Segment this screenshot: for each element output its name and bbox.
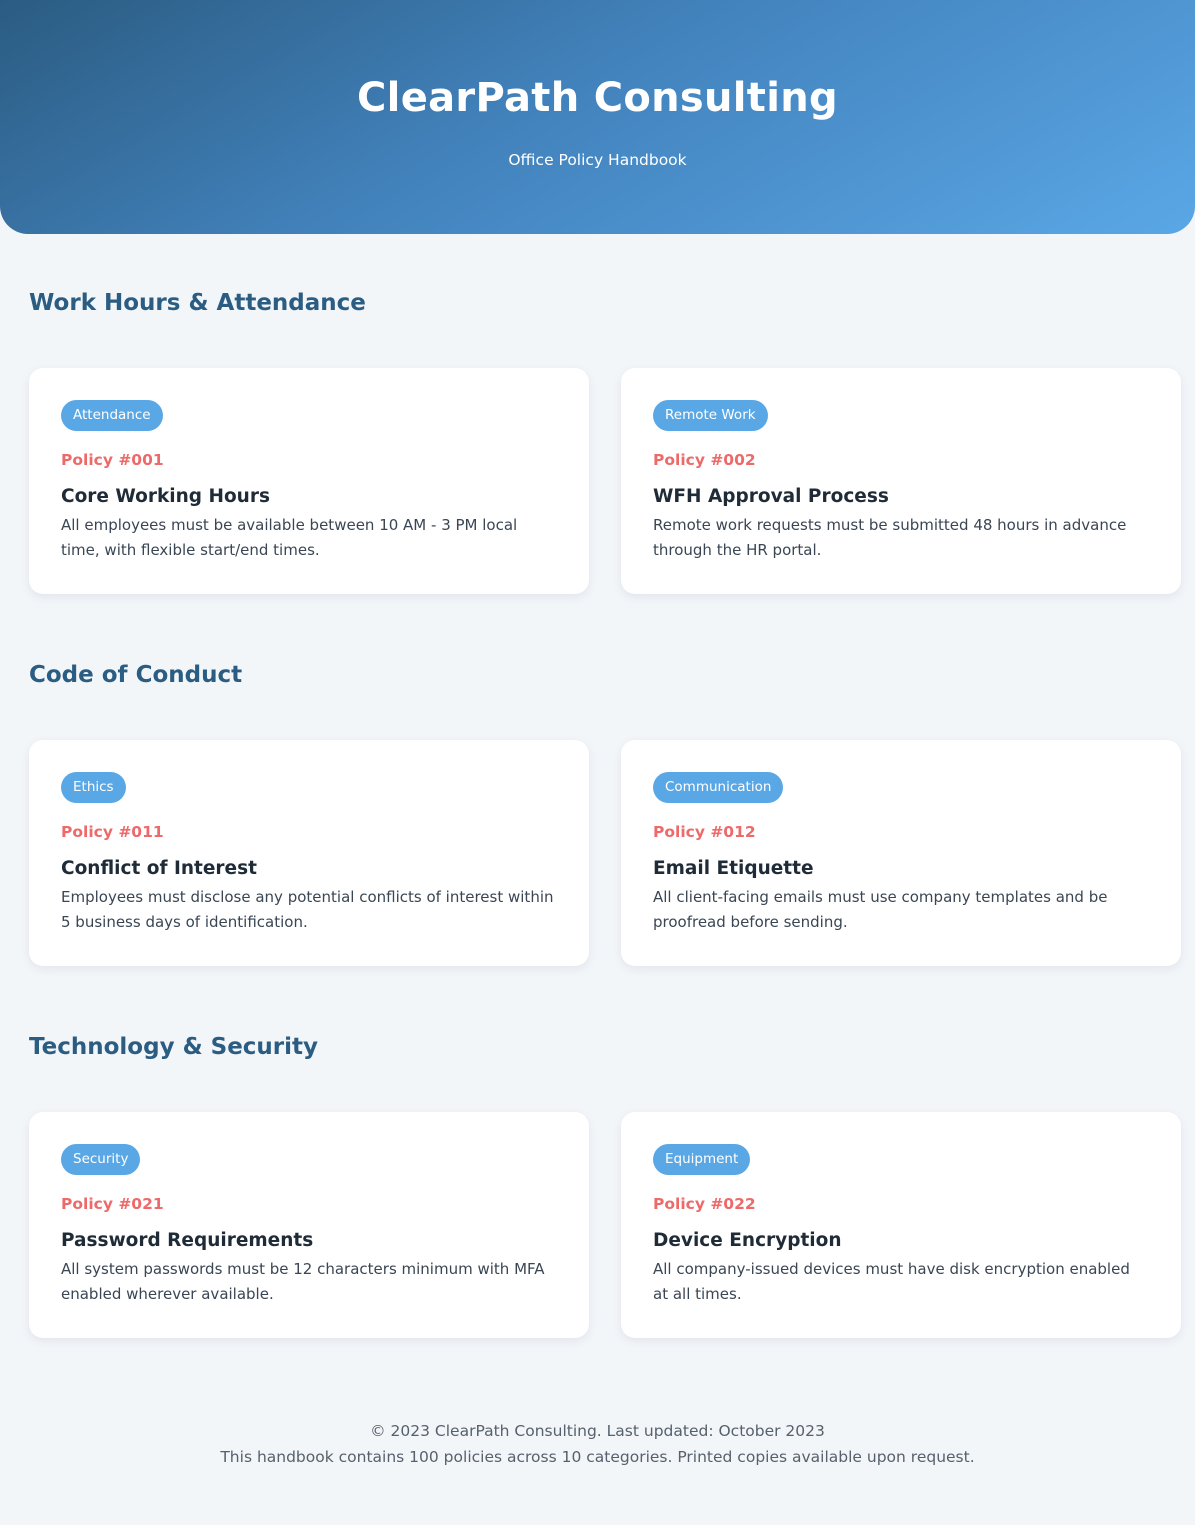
section-title: Code of Conduct	[29, 662, 243, 688]
policy-card: Security Policy #021 Password Requiremen…	[29, 1112, 589, 1338]
policy-grid: Security Policy #021 Password Requiremen…	[29, 1112, 1181, 1338]
policy-title: Password Requirements	[61, 1230, 314, 1251]
policy-card: Equipment Policy #022 Device Encryption …	[621, 1112, 1181, 1338]
category-tag: Equipment	[653, 1144, 751, 1175]
category-tag: Security	[61, 1144, 141, 1175]
section-title: Technology & Security	[29, 1034, 319, 1060]
section-code-of-conduct: Code of Conduct Ethics Policy #011 Confl…	[0, 660, 1195, 966]
policy-number: Policy #012	[653, 823, 756, 841]
policy-card: Attendance Policy #001 Core Working Hour…	[29, 368, 589, 594]
policy-title: Core Working Hours	[61, 486, 270, 507]
policy-number: Policy #021	[61, 1195, 164, 1213]
page-header: ClearPath Consulting Office Policy Handb…	[0, 0, 1195, 234]
page-subtitle: Office Policy Handbook	[508, 151, 687, 169]
policy-description: All client-facing emails must use compan…	[653, 888, 1108, 931]
policy-grid: Ethics Policy #011 Conflict of Interest …	[29, 740, 1181, 966]
company-title: ClearPath Consulting	[357, 75, 838, 121]
footer-copyright: © 2023 ClearPath Consulting. Last update…	[370, 1422, 825, 1440]
page-footer: © 2023 ClearPath Consulting. Last update…	[0, 1418, 1195, 1470]
policy-number: Policy #022	[653, 1195, 756, 1213]
policy-grid: Attendance Policy #001 Core Working Hour…	[29, 368, 1181, 594]
policy-number: Policy #001	[61, 451, 164, 469]
policy-title: Email Etiquette	[653, 858, 814, 879]
section-title: Work Hours & Attendance	[29, 290, 366, 316]
policy-description: Employees must disclose any potential co…	[61, 888, 554, 931]
category-tag: Communication	[653, 772, 784, 803]
policy-title: Device Encryption	[653, 1230, 842, 1251]
policy-card: Communication Policy #012 Email Etiquett…	[621, 740, 1181, 966]
policy-card: Ethics Policy #011 Conflict of Interest …	[29, 740, 589, 966]
policy-description: All company-issued devices must have dis…	[653, 1260, 1130, 1303]
policy-description: All system passwords must be 12 characte…	[61, 1260, 545, 1303]
category-tag: Attendance	[61, 400, 163, 431]
section-technology-security: Technology & Security Security Policy #0…	[0, 1032, 1195, 1338]
category-tag: Ethics	[61, 772, 126, 803]
policy-description: All employees must be available between …	[61, 516, 518, 559]
policy-title: WFH Approval Process	[653, 486, 889, 507]
policy-number: Policy #002	[653, 451, 756, 469]
policy-card: Remote Work Policy #002 WFH Approval Pro…	[621, 368, 1181, 594]
category-tag: Remote Work	[653, 400, 768, 431]
section-work-hours: Work Hours & Attendance Attendance Polic…	[0, 288, 1195, 594]
footer-note: This handbook contains 100 policies acro…	[220, 1448, 975, 1466]
policy-number: Policy #011	[61, 823, 164, 841]
policy-title: Conflict of Interest	[61, 858, 257, 879]
policy-description: Remote work requests must be submitted 4…	[653, 516, 1127, 559]
